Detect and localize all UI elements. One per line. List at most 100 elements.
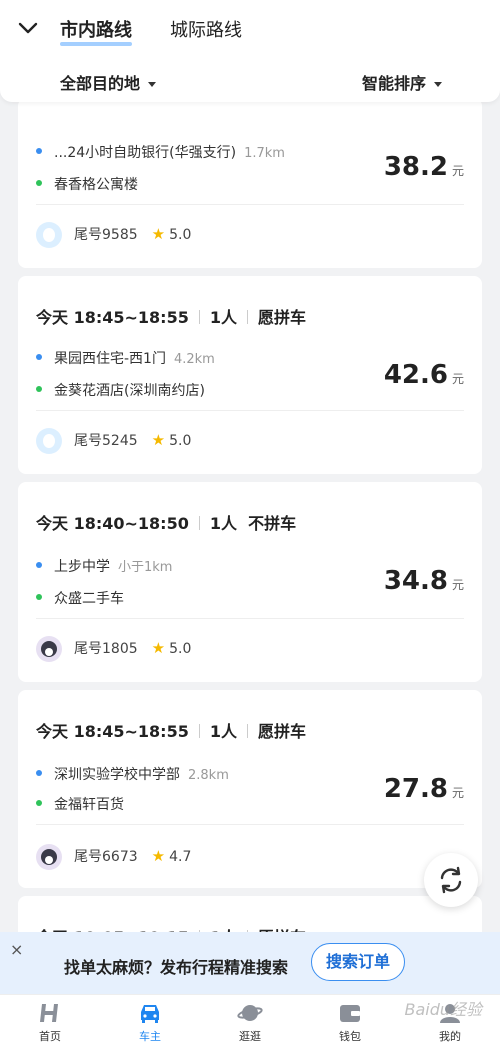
dropoff-name: 金葵花酒店(深圳南约店) <box>54 383 205 399</box>
pickup-distance: 2.8km <box>188 768 229 783</box>
tab-city-route[interactable]: 市内路线 <box>60 16 132 46</box>
card-header: 今天 18:45~18:55 1人 愿拼车 <box>36 304 306 328</box>
pickup-stop: 上步中学 小于1km <box>36 556 172 576</box>
star-icon: ★ <box>151 639 166 657</box>
time-window: 今天 18:40~18:50 <box>36 514 189 533</box>
divider <box>36 824 464 825</box>
pickup-dot-icon <box>36 354 42 360</box>
dropoff-name: 众盛二手车 <box>54 591 124 607</box>
banner-text: 找单太麻烦？发布行程精准搜索 <box>64 958 289 977</box>
order-card[interactable]: ...24小时自助银行(华强支行) 1.7km 春香格公寓楼 38.2 元 尾号95… <box>18 98 482 268</box>
carpool-mode: 愿拼车 <box>257 308 306 327</box>
price-value: 38.2 <box>383 152 448 182</box>
pickup-distance: 1.7km <box>244 146 285 161</box>
price-value: 34.8 <box>383 566 448 596</box>
dropoff-name: 春香格公寓楼 <box>54 177 138 193</box>
separator <box>246 310 248 324</box>
rating: 4.7 <box>169 849 192 865</box>
price: 27.8 元 <box>384 774 464 804</box>
order-card[interactable]: 今天 18:45~18:55 1人 愿拼车 深圳实验学校中学部 2.8km 金福轩百货… <box>18 690 482 888</box>
tab-label: 首页 <box>39 1030 61 1043</box>
order-card[interactable]: 今天 18:40~18:50 1人 不拼车 上步中学 小于1km 众盛二手车 34.… <box>18 482 482 682</box>
passenger-count: 1人 <box>209 308 237 327</box>
tab-label: 钱包 <box>339 1030 361 1043</box>
separator <box>198 516 200 530</box>
search-orders-button[interactable]: 搜索订单 <box>311 943 405 981</box>
tab-driver[interactable]: 车主 <box>120 1001 180 1044</box>
pickup-stop: 深圳实验学校中学部 2.8km <box>36 764 229 784</box>
rating: 5.0 <box>169 433 192 449</box>
wallet-icon <box>340 1005 360 1022</box>
chevron-down-icon[interactable] <box>16 16 40 40</box>
dropoff-dot-icon <box>36 800 42 806</box>
passenger-info: 尾号1805 ★ 5.0 <box>36 636 191 662</box>
tab-explore[interactable]: 逛逛 <box>220 1001 280 1044</box>
passenger-info: 尾号9585 ★ 5.0 <box>36 222 191 248</box>
destination-filter[interactable]: 全部目的地 <box>60 70 157 94</box>
star-icon: ★ <box>151 847 166 865</box>
price: 42.6 元 <box>384 360 464 390</box>
pickup-dot-icon <box>36 148 42 154</box>
dropoff-dot-icon <box>36 386 42 392</box>
dropoff-name: 金福轩百货 <box>54 797 124 813</box>
price-unit: 元 <box>451 578 464 592</box>
pickup-distance: 4.2km <box>173 352 215 367</box>
rating: 5.0 <box>169 227 192 243</box>
carpool-mode: 不拼车 <box>248 514 297 533</box>
top-bar: 市内路线 城际路线 全部目的地 智能排序 <box>0 0 500 102</box>
price: 34.8 元 <box>384 566 464 596</box>
divider <box>36 618 464 619</box>
time-window: 今天 18:45~18:55 <box>36 722 189 741</box>
sort-filter-label: 智能排序 <box>361 74 426 93</box>
passenger-info: 尾号6673 ★ 4.7 <box>36 844 191 870</box>
refresh-button[interactable] <box>424 853 478 907</box>
passenger-info: 尾号5245 ★ 5.0 <box>36 428 191 454</box>
avatar <box>36 428 62 454</box>
pickup-stop: ...24小时自助银行(华强支行) 1.7km <box>36 142 285 162</box>
pickup-distance: 小于1km <box>118 560 173 575</box>
star-icon: ★ <box>151 431 166 449</box>
order-card[interactable]: 今天 18:45~18:55 1人 愿拼车 果园西住宅-西1门 4.2km 金葵花酒店… <box>18 276 482 474</box>
tab-label: 逛逛 <box>239 1030 261 1043</box>
phone-tail: 尾号9585 <box>74 227 138 243</box>
tab-label: 我的 <box>439 1030 461 1043</box>
phone-tail: 尾号1805 <box>74 641 138 657</box>
caret-down-icon <box>434 82 442 87</box>
price-value: 42.6 <box>383 360 448 390</box>
time-window: 今天 18:45~18:55 <box>36 308 189 327</box>
separator <box>198 724 200 738</box>
tab-home[interactable]: 首页 <box>20 1001 80 1044</box>
price-value: 27.8 <box>383 774 448 804</box>
price-unit: 元 <box>451 164 464 178</box>
home-icon <box>40 1004 58 1022</box>
price-unit: 元 <box>451 372 464 386</box>
phone-tail: 尾号5245 <box>74 433 138 449</box>
dropoff-dot-icon <box>36 180 42 186</box>
divider <box>36 204 464 205</box>
watermark: Baidu经验 <box>404 1000 482 1019</box>
price-unit: 元 <box>451 786 464 800</box>
carpool-mode: 愿拼车 <box>257 722 306 741</box>
phone-tail: 尾号6673 <box>74 849 138 865</box>
pickup-name: 上步中学 <box>54 559 110 575</box>
pickup-dot-icon <box>36 562 42 568</box>
planet-icon <box>237 1005 263 1021</box>
tab-wallet[interactable]: 钱包 <box>320 1001 380 1044</box>
tab-label: 车主 <box>139 1030 161 1043</box>
destination-filter-label: 全部目的地 <box>60 74 141 93</box>
promo-banner: × 找单太麻烦？发布行程精准搜索 搜索订单 <box>0 932 500 994</box>
card-header: 今天 18:40~18:50 1人 不拼车 <box>36 510 296 534</box>
star-icon: ★ <box>151 225 166 243</box>
close-icon[interactable]: × <box>10 940 23 959</box>
passenger-count: 1人 <box>209 514 237 533</box>
refresh-icon <box>440 866 462 894</box>
sort-filter[interactable]: 智能排序 <box>362 70 442 94</box>
pickup-name: 深圳实验学校中学部 <box>54 767 180 783</box>
dropoff-stop: 金葵花酒店(深圳南约店) <box>36 380 205 400</box>
avatar <box>36 222 62 248</box>
passenger-count: 1人 <box>209 722 237 741</box>
tab-intercity-route[interactable]: 城际路线 <box>170 16 242 42</box>
dropoff-stop: 金福轩百货 <box>36 794 124 814</box>
card-header: 今天 18:45~18:55 1人 愿拼车 <box>36 718 306 742</box>
pickup-name: ...24小时自助银行(华强支行) <box>54 145 237 161</box>
